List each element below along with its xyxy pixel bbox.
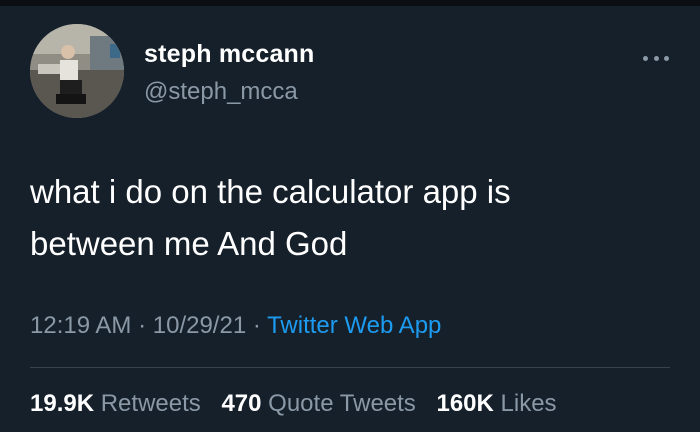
quote-tweets-label: Quote Tweets bbox=[268, 390, 416, 417]
retweets-label: Retweets bbox=[100, 390, 201, 417]
retweets-stat[interactable]: 19.9K Retweets bbox=[30, 390, 201, 417]
avatar-photo bbox=[30, 24, 124, 118]
author-handle[interactable]: @steph_mcca bbox=[144, 78, 298, 106]
likes-label: Likes bbox=[500, 390, 557, 417]
divider bbox=[30, 367, 670, 368]
more-options-button[interactable] bbox=[643, 54, 669, 62]
tweet-text: what i do on the calculator app is betwe… bbox=[30, 166, 670, 270]
tweet-text-line-1: what i do on the calculator app is bbox=[30, 173, 511, 210]
author-display-name[interactable]: steph mccann bbox=[144, 40, 315, 69]
more-horizontal-icon bbox=[643, 55, 648, 61]
retweets-count: 19.9K bbox=[30, 390, 95, 417]
likes-count: 160K bbox=[436, 390, 494, 417]
more-horizontal-icon bbox=[664, 55, 669, 61]
quote-tweets-count: 470 bbox=[221, 390, 262, 417]
more-horizontal-icon bbox=[653, 55, 659, 61]
tweet-date[interactable]: 10/29/21 bbox=[153, 312, 246, 339]
tweet-text-line-2: between me And God bbox=[30, 225, 348, 262]
tweet-time[interactable]: 12:19 AM bbox=[30, 312, 131, 339]
meta-separator: · bbox=[252, 312, 261, 339]
tweet-stats: 19.9K Retweets 470 Quote Tweets 160K Lik… bbox=[30, 390, 571, 418]
avatar[interactable] bbox=[30, 24, 124, 118]
meta-separator: · bbox=[138, 312, 147, 339]
top-edge-bar bbox=[0, 0, 700, 6]
tweet-meta: 12:19 AM · 10/29/21 · Twitter Web App bbox=[30, 312, 441, 340]
likes-stat[interactable]: 160K Likes bbox=[436, 390, 556, 417]
quote-tweets-stat[interactable]: 470 Quote Tweets bbox=[221, 390, 415, 417]
tweet-source-link[interactable]: Twitter Web App bbox=[267, 312, 441, 339]
